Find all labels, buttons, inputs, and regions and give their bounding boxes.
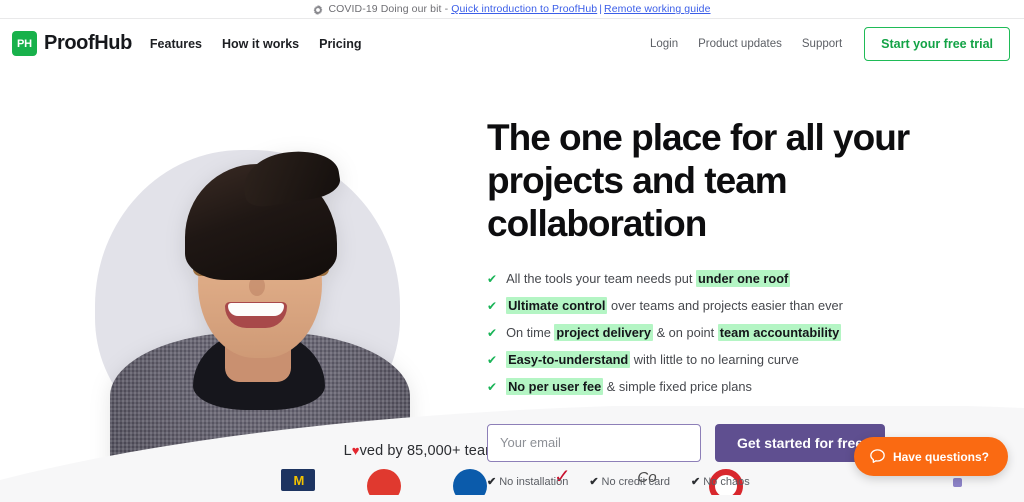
- announcement-bar: COVID-19 Doing our bit - Quick introduct…: [0, 0, 1024, 19]
- benefit-item: ✔ Ultimate control over teams and projec…: [487, 296, 957, 317]
- announcement-text: COVID-19 Doing our bit -: [328, 3, 449, 15]
- nav-item-pricing[interactable]: Pricing: [319, 37, 361, 51]
- benefit-text-plain: On time: [506, 325, 555, 340]
- check-icon: ✔: [487, 326, 498, 340]
- assurance-no-chaos: ✔ No chaos: [691, 475, 750, 488]
- benefit-text: All the tools your team needs put under …: [506, 269, 791, 290]
- virus-gear-icon: [313, 5, 323, 15]
- benefit-text: Ultimate control over teams and projects…: [506, 296, 843, 317]
- benefit-text-plain: & simple fixed price plans: [603, 379, 752, 394]
- benefit-item: ✔ On time project delivery & on point te…: [487, 323, 957, 344]
- announcement-link-intro[interactable]: Quick introduction to ProofHub: [451, 3, 597, 15]
- assurance-no-credit-card: ✔ No credit card: [589, 475, 670, 488]
- primary-nav: Features How it works Pricing: [150, 37, 362, 51]
- check-icon: ✔: [589, 475, 599, 488]
- benefit-text: No per user fee & simple fixed price pla…: [506, 377, 752, 398]
- announcement-link-remote[interactable]: Remote working guide: [604, 3, 710, 15]
- assurance-label: No credit card: [601, 475, 671, 488]
- nav-item-product-updates[interactable]: Product updates: [698, 38, 782, 50]
- benefit-text: On time project delivery & on point team…: [506, 323, 842, 344]
- nav-item-how-it-works[interactable]: How it works: [222, 37, 299, 51]
- benefit-item: ✔ No per user fee & simple fixed price p…: [487, 377, 957, 398]
- nav-item-features[interactable]: Features: [150, 37, 202, 51]
- announcement-separator: |: [599, 3, 603, 15]
- secondary-nav: Login Product updates Support: [650, 38, 842, 50]
- benefit-text-highlight: No per user fee: [506, 378, 604, 395]
- assurance-label: No chaos: [703, 475, 750, 488]
- brand-logo[interactable]: PH ProofHub: [12, 31, 132, 56]
- page-title: The one place for all your projects and …: [487, 117, 910, 244]
- benefit-text-plain: & on point: [653, 325, 718, 340]
- benefit-text-highlight: team accountability: [717, 324, 842, 341]
- hero-content: The one place for all your projects and …: [487, 68, 957, 488]
- assurance-no-installation: ✔ No installation: [487, 475, 568, 488]
- check-icon: ✔: [487, 353, 498, 367]
- benefit-text-plain: over teams and projects easier than ever: [607, 298, 843, 313]
- check-icon: ✔: [487, 299, 498, 313]
- proofhub-logo-icon: PH: [12, 31, 37, 56]
- chat-accent-dot: [953, 478, 962, 487]
- nav-item-login[interactable]: Login: [650, 38, 678, 50]
- brand-name: ProofHub: [44, 32, 132, 54]
- benefits-list: ✔ All the tools your team needs put unde…: [487, 269, 957, 398]
- check-icon: ✔: [487, 380, 498, 394]
- benefit-text-highlight: Ultimate control: [506, 297, 608, 314]
- assurance-label: No installation: [499, 475, 569, 488]
- start-free-trial-button[interactable]: Start your free trial: [864, 26, 1010, 61]
- benefit-text-highlight: Easy-to-understand: [506, 351, 631, 368]
- chat-label: Have questions?: [892, 449, 989, 464]
- chat-bubble-icon: [869, 448, 886, 465]
- benefit-text: Easy-to-understand with little to no lea…: [506, 350, 799, 371]
- nav-item-support[interactable]: Support: [802, 38, 842, 50]
- benefit-item: ✔ All the tools your team needs put unde…: [487, 269, 957, 290]
- email-input[interactable]: [487, 423, 701, 462]
- benefit-text-plain: with little to no learning curve: [630, 352, 799, 367]
- site-header: PH ProofHub Features How it works Pricin…: [0, 19, 1024, 68]
- assurances-row: ✔ No installation ✔ No credit card ✔ No cha…: [487, 475, 957, 488]
- check-icon: ✔: [487, 475, 497, 488]
- benefit-text-highlight: project delivery: [554, 324, 654, 341]
- benefit-item: ✔ Easy-to-understand with little to no l…: [487, 350, 957, 371]
- check-icon: ✔: [691, 475, 701, 488]
- benefit-text-plain: All the tools your team needs put: [506, 271, 696, 286]
- check-icon: ✔: [487, 272, 498, 286]
- have-questions-chat-button[interactable]: Have questions?: [853, 437, 1008, 476]
- benefit-text-highlight: under one roof: [696, 270, 791, 287]
